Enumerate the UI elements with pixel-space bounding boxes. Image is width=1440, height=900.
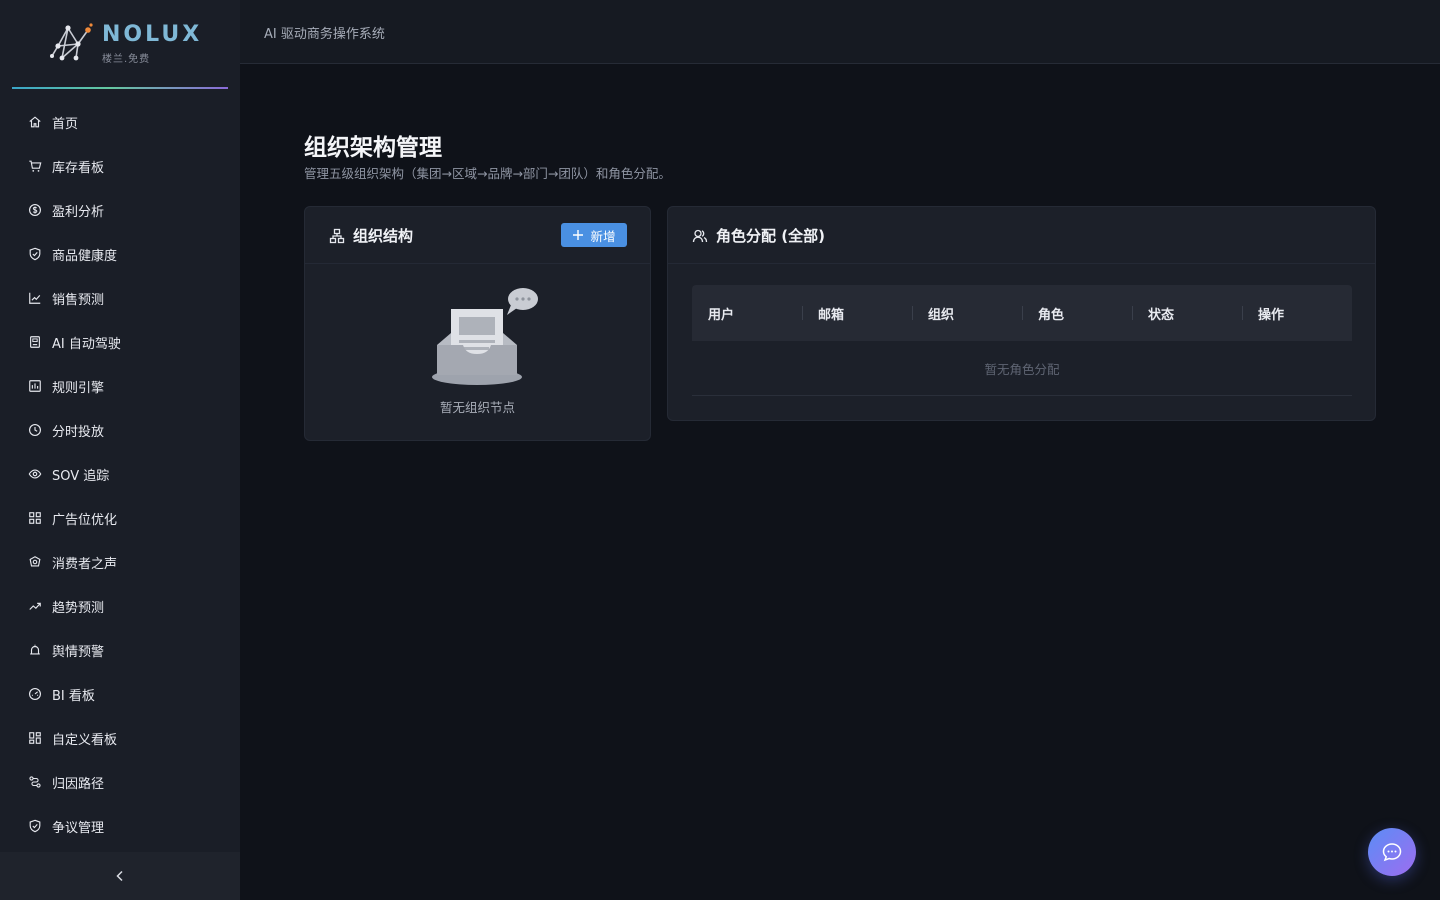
page-title: 组织架构管理 xyxy=(304,135,442,161)
brand-divider xyxy=(12,87,228,89)
sidebar-item-label: AI 自动驾驶 xyxy=(52,336,121,352)
sidebar-item-label: 商品健康度 xyxy=(52,248,118,264)
sidebar-item-label: 库存看板 xyxy=(52,160,105,176)
empty-inbox-illustration xyxy=(432,288,538,385)
plus-icon xyxy=(573,230,584,240)
rules-icon xyxy=(29,380,41,392)
sidebar-item-rules-engine[interactable]: 规则引擎 xyxy=(0,364,240,408)
chevron-left-icon xyxy=(116,870,123,882)
sidebar-item-label: 舆情预警 xyxy=(52,644,105,660)
shield-icon xyxy=(29,819,41,833)
sidebar-item-label: 消费者之声 xyxy=(52,556,118,572)
sidebar-item-dispute-management[interactable]: 争议管理 xyxy=(0,804,240,848)
logo-mark-icon xyxy=(50,23,93,61)
users-icon xyxy=(692,229,708,243)
column-header-actions[interactable]: 操作 xyxy=(1242,304,1352,323)
sidebar-item-label: 广告位优化 xyxy=(52,512,118,528)
eye-icon xyxy=(28,469,42,479)
table-empty-text: 暂无角色分配 xyxy=(692,341,1352,396)
sidebar-item-inventory[interactable]: 库存看板 xyxy=(0,144,240,188)
sidebar-item-sentiment-alert[interactable]: 舆情预警 xyxy=(0,628,240,672)
sidebar: NOLUX 楼兰.免费 首页 库存看板 盈利分析 商品健康度 销售预测 AI 自… xyxy=(0,0,240,900)
card-header: 角色分配 (全部) xyxy=(668,207,1375,264)
home-icon xyxy=(29,116,41,128)
sidebar-item-label: 盈利分析 xyxy=(52,204,105,220)
chat-icon xyxy=(1382,843,1402,862)
role-assignment-card: 角色分配 (全部) 用户 邮箱 组织 角色 状态 操作 暂无角色分配 xyxy=(667,206,1376,421)
card-title: 角色分配 (全部) xyxy=(716,227,825,245)
sidebar-item-ai-autopilot[interactable]: AI 自动驾驶 xyxy=(0,320,240,364)
sidebar-item-sales-forecast[interactable]: 销售预测 xyxy=(0,276,240,320)
sidebar-item-voice-of-customer[interactable]: 消费者之声 xyxy=(0,540,240,584)
brand-subtitle: 楼兰.免费 xyxy=(102,54,151,65)
chat-assistant-button[interactable] xyxy=(1368,828,1416,876)
dashboard-icon xyxy=(29,688,41,700)
sidebar-item-dayparting[interactable]: 分时投放 xyxy=(0,408,240,452)
brand-logo[interactable]: NOLUX 楼兰.免费 xyxy=(48,20,208,68)
cart-icon xyxy=(29,160,42,172)
column-header-user[interactable]: 用户 xyxy=(692,304,802,323)
column-header-email[interactable]: 邮箱 xyxy=(802,304,912,323)
sidebar-item-label: 分时投放 xyxy=(52,424,105,440)
column-header-role[interactable]: 角色 xyxy=(1022,304,1132,323)
sidebar-item-ad-placement[interactable]: 广告位优化 xyxy=(0,496,240,540)
sidebar-item-label: 销售预测 xyxy=(52,292,105,308)
sidebar-item-label: 归因路径 xyxy=(52,776,105,792)
brand-name: NOLUX xyxy=(102,22,203,47)
sidebar-item-label: 首页 xyxy=(52,116,79,132)
sidebar-item-label: 规则引擎 xyxy=(52,380,105,396)
clock-icon xyxy=(29,424,41,436)
add-node-button[interactable]: 新增 xyxy=(561,223,627,247)
table-header: 用户 邮箱 组织 角色 状态 操作 xyxy=(692,285,1352,341)
robot-icon xyxy=(30,336,40,348)
alarm-icon xyxy=(30,644,40,655)
trend-icon xyxy=(29,602,41,610)
add-button-label: 新增 xyxy=(590,228,616,244)
card-title: 组织结构 xyxy=(353,227,414,245)
dollar-circle-icon xyxy=(29,204,41,216)
page-subtitle: 管理五级组织架构（集团→区域→品牌→部门→团队）和角色分配。 xyxy=(304,166,671,181)
grid-icon xyxy=(29,512,41,524)
sidebar-item-sov-tracking[interactable]: SOV 追踪 xyxy=(0,452,240,496)
sidebar-item-trend-forecast[interactable]: 趋势预测 xyxy=(0,584,240,628)
org-structure-card: 组织结构 新增 暂无组织节点 xyxy=(304,206,651,441)
org-tree-icon xyxy=(329,228,345,244)
sidebar-item-attribution-path[interactable]: 归因路径 xyxy=(0,760,240,804)
voice-icon xyxy=(29,556,41,567)
sidebar-item-label: 自定义看板 xyxy=(52,732,118,748)
sidebar-item-label: BI 看板 xyxy=(52,688,95,704)
top-bar: AI 驱动商务操作系统 xyxy=(240,0,1440,64)
column-header-org[interactable]: 组织 xyxy=(912,304,1022,323)
sidebar-item-label: SOV 追踪 xyxy=(52,468,110,484)
role-table: 用户 邮箱 组织 角色 状态 操作 暂无角色分配 xyxy=(692,285,1352,396)
line-chart-icon xyxy=(29,292,41,304)
sidebar-item-product-health[interactable]: 商品健康度 xyxy=(0,232,240,276)
sidebar-item-custom-dashboard[interactable]: 自定义看板 xyxy=(0,716,240,760)
card-header: 组织结构 新增 xyxy=(305,207,650,264)
sidebar-collapse-button[interactable] xyxy=(0,852,240,900)
sidebar-item-label: 争议管理 xyxy=(52,820,105,836)
sidebar-item-bi-dashboard[interactable]: BI 看板 xyxy=(0,672,240,716)
path-icon xyxy=(29,776,41,788)
column-header-status[interactable]: 状态 xyxy=(1132,304,1242,323)
shield-check-icon xyxy=(29,247,41,261)
sidebar-item-home[interactable]: 首页 xyxy=(0,100,240,144)
app-tagline: AI 驱动商务操作系统 xyxy=(264,27,385,42)
sidebar-nav: 首页 库存看板 盈利分析 商品健康度 销售预测 AI 自动驾驶 规则引擎 分时投… xyxy=(0,100,240,848)
custom-grid-icon xyxy=(29,732,41,744)
empty-org-text: 暂无组织节点 xyxy=(439,400,515,415)
sidebar-item-profit[interactable]: 盈利分析 xyxy=(0,188,240,232)
sidebar-item-label: 趋势预测 xyxy=(52,600,105,616)
